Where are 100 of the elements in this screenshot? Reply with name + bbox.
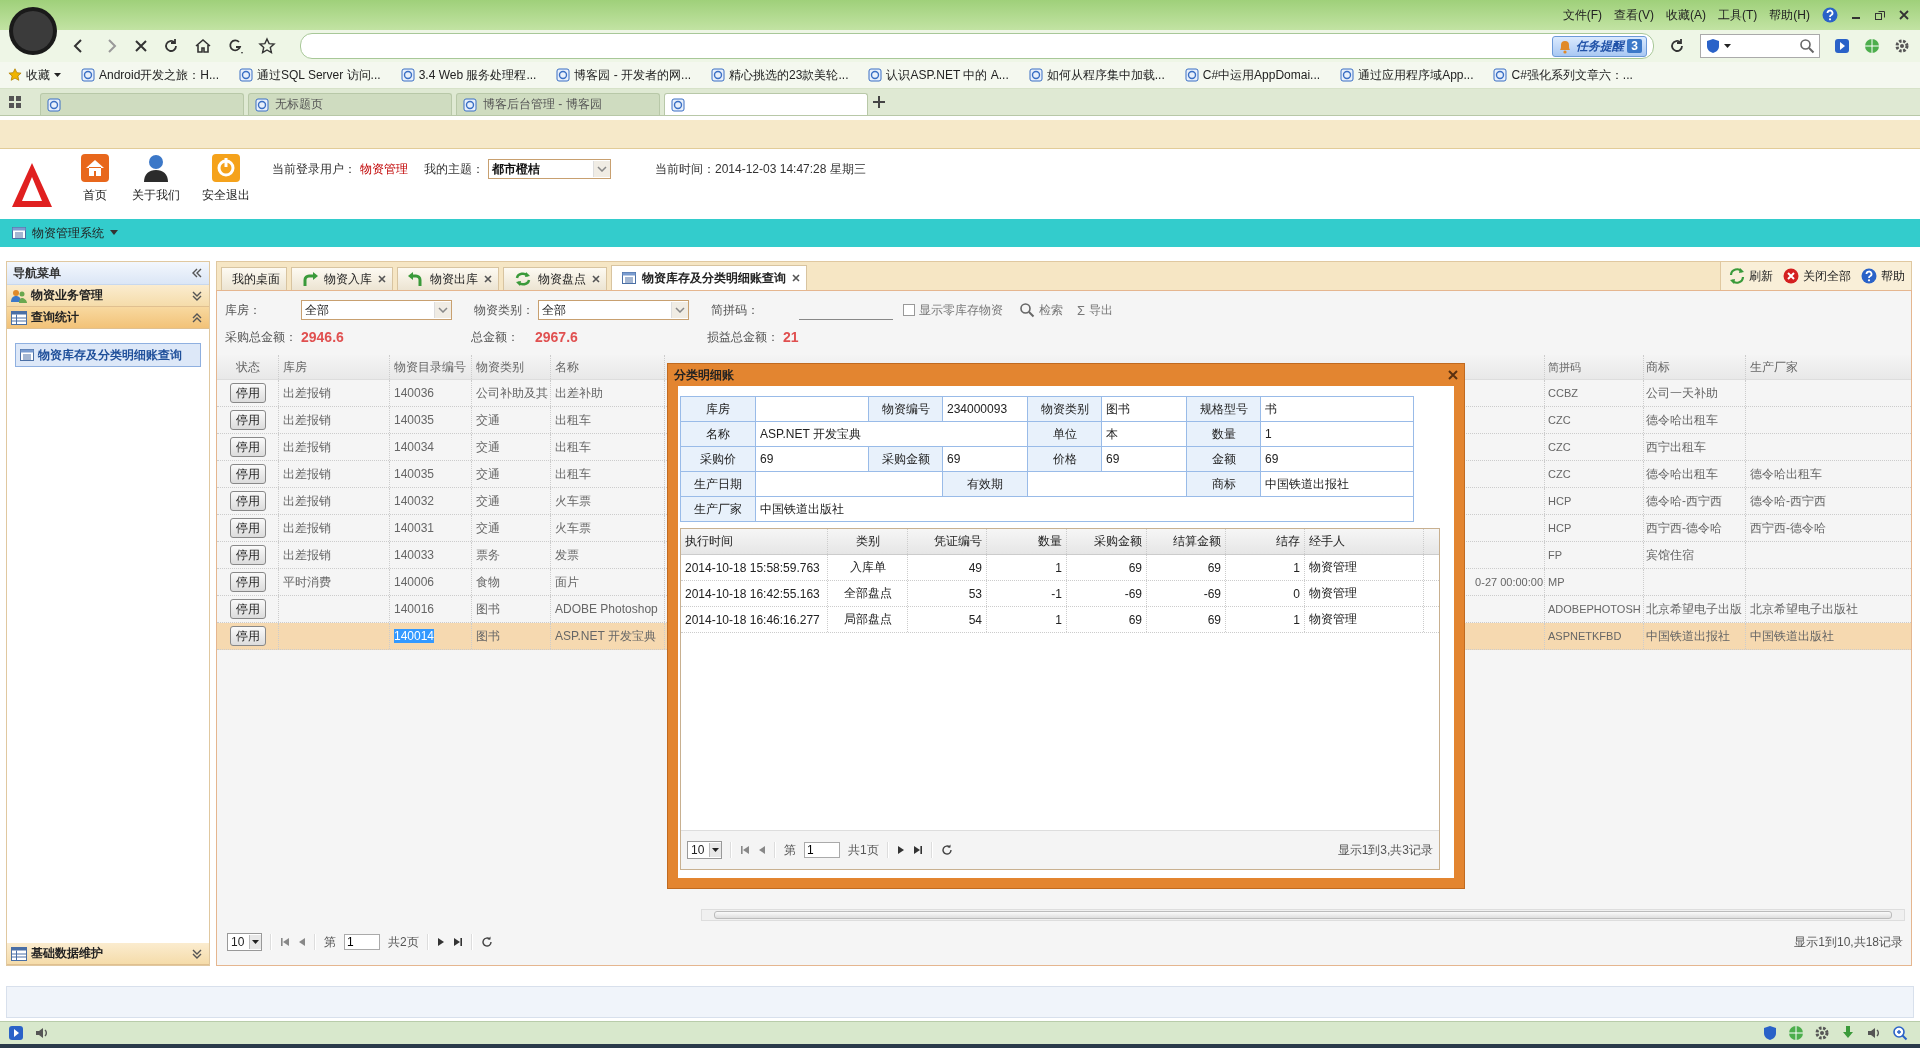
- checkbox[interactable]: [903, 304, 915, 316]
- previous-page-icon[interactable]: [298, 937, 306, 947]
- close-icon[interactable]: [484, 275, 492, 283]
- column-header[interactable]: 生产厂家: [1746, 355, 1911, 379]
- restore-icon[interactable]: [1874, 9, 1886, 21]
- theme-select[interactable]: 都市橙桔: [488, 159, 611, 179]
- column-header[interactable]: 名称: [551, 355, 665, 379]
- column-header[interactable]: 库房: [279, 355, 390, 379]
- column-header[interactable]: 结存: [1226, 529, 1305, 554]
- accordion-header[interactable]: 基础数据维护: [7, 943, 209, 965]
- close-icon[interactable]: [1898, 9, 1910, 21]
- column-header[interactable]: 商标: [1644, 355, 1746, 379]
- column-header[interactable]: 执行时间: [681, 529, 828, 554]
- browser-tab[interactable]: 无标题页: [248, 93, 452, 115]
- collapse-icon[interactable]: [191, 267, 203, 279]
- toolbar-button[interactable]: 关闭全部: [1783, 267, 1851, 285]
- new-tab-icon[interactable]: [872, 95, 886, 109]
- bookmark-link[interactable]: Android开发之旅：H...: [81, 66, 220, 84]
- menu-item[interactable]: 帮助(H): [1769, 6, 1810, 24]
- column-header[interactable]: 物资目录编号: [390, 355, 472, 379]
- reload-icon[interactable]: [162, 37, 180, 55]
- horizontal-scrollbar[interactable]: [701, 909, 1905, 921]
- search-engine-icon[interactable]: [1705, 38, 1721, 54]
- accordion-header[interactable]: 查询统计: [7, 307, 209, 329]
- page-size-select[interactable]: 10: [687, 841, 722, 859]
- disable-button[interactable]: 停用: [229, 572, 266, 592]
- sidebar-item[interactable]: 物资库存及分类明细账查询: [15, 343, 201, 367]
- shield-icon[interactable]: [1762, 1025, 1778, 1041]
- star-icon[interactable]: [258, 37, 276, 55]
- address-field[interactable]: 任务提醒 3: [300, 33, 1654, 59]
- previous-page-icon[interactable]: [758, 845, 766, 855]
- search-icon[interactable]: [1799, 38, 1815, 54]
- column-header[interactable]: 经手人: [1305, 529, 1424, 554]
- close-icon[interactable]: [1448, 370, 1458, 380]
- disable-button[interactable]: 停用: [229, 437, 266, 457]
- panel-icon[interactable]: [8, 1025, 24, 1041]
- scrollbar-thumb[interactable]: [714, 911, 1892, 919]
- tab[interactable]: 物资出库: [397, 267, 499, 290]
- column-header[interactable]: 简拼码: [1545, 355, 1644, 379]
- disable-button[interactable]: 停用: [229, 518, 266, 538]
- next-page-icon[interactable]: [436, 937, 445, 947]
- disable-button[interactable]: 停用: [229, 410, 266, 430]
- settings-icon[interactable]: [1814, 1025, 1830, 1041]
- stop-icon[interactable]: [134, 39, 148, 53]
- nav-button[interactable]: 安全退出: [202, 153, 250, 204]
- caret-icon[interactable]: [1724, 44, 1731, 48]
- bookmark-link[interactable]: 精心挑选的23款美轮...: [711, 66, 849, 84]
- nav-button[interactable]: 首页: [80, 153, 110, 204]
- column-header[interactable]: 数量: [987, 529, 1067, 554]
- tab[interactable]: 物资入库: [291, 267, 393, 290]
- bookmark-link[interactable]: C#强化系列文章六：...: [1493, 66, 1633, 84]
- bookmark-link[interactable]: 通过SQL Server 访问...: [239, 66, 381, 84]
- bookmark-link[interactable]: 认识ASP.NET 中的 A...: [868, 66, 1009, 84]
- speaker-icon[interactable]: [1866, 1025, 1882, 1041]
- bookmark-link[interactable]: 3.4 Web 服务处理程...: [400, 66, 537, 84]
- column-header[interactable]: 凭证编号: [908, 529, 987, 554]
- accordion-header[interactable]: 物资业务管理: [7, 285, 209, 307]
- refresh-icon[interactable]: [940, 844, 953, 856]
- disable-button[interactable]: 停用: [229, 626, 266, 646]
- bookmark-link[interactable]: 通过应用程序域App...: [1340, 66, 1474, 84]
- disable-button[interactable]: 停用: [229, 545, 266, 565]
- refresh-icon[interactable]: [480, 936, 493, 948]
- category-select[interactable]: 全部: [538, 300, 689, 320]
- history-icon[interactable]: [226, 37, 244, 55]
- notice-badge[interactable]: 任务提醒 3: [1552, 35, 1647, 57]
- settings-icon[interactable]: [1894, 38, 1910, 54]
- home-icon[interactable]: [194, 37, 212, 55]
- menu-item[interactable]: 查看(V): [1614, 6, 1654, 24]
- search-button[interactable]: 检索: [1019, 301, 1063, 319]
- help-icon[interactable]: [1822, 7, 1838, 23]
- disable-button[interactable]: 停用: [229, 464, 266, 484]
- tab[interactable]: 物资盘点: [503, 267, 607, 290]
- favorites-button[interactable]: 收藏: [8, 66, 61, 84]
- apps-icon[interactable]: [8, 95, 22, 109]
- column-header[interactable]: 物资类别: [472, 355, 551, 379]
- reload-icon[interactable]: [1668, 37, 1686, 55]
- page-input[interactable]: 1: [804, 842, 840, 858]
- menu-item[interactable]: 工具(T): [1718, 6, 1758, 24]
- column-header[interactable]: 结算金额: [1147, 529, 1226, 554]
- disable-button[interactable]: 停用: [229, 491, 266, 511]
- panel-icon[interactable]: [1834, 38, 1850, 54]
- tab[interactable]: 物资库存及分类明细账查询: [611, 265, 807, 290]
- close-icon[interactable]: [592, 275, 600, 283]
- search-field[interactable]: [1700, 34, 1820, 58]
- disable-button[interactable]: 停用: [229, 599, 266, 619]
- column-header[interactable]: 状态: [217, 355, 279, 379]
- tab[interactable]: 我的桌面: [221, 267, 287, 290]
- toolbar-button[interactable]: 帮助: [1861, 267, 1905, 285]
- globe-icon[interactable]: [1864, 38, 1880, 54]
- menu-item[interactable]: 文件(F): [1562, 6, 1602, 24]
- last-page-icon[interactable]: [912, 845, 923, 855]
- zoom-icon[interactable]: [1892, 1025, 1908, 1041]
- checkbox-label[interactable]: 显示零库存物资: [919, 301, 1003, 319]
- first-page-icon[interactable]: [740, 845, 750, 855]
- bookmark-link[interactable]: 博客园 - 开发者的网...: [556, 66, 692, 84]
- close-icon[interactable]: [378, 275, 386, 283]
- nav-button[interactable]: 关于我们: [132, 153, 180, 204]
- page-size-select[interactable]: 10: [227, 933, 262, 951]
- page-input[interactable]: 1: [344, 934, 380, 950]
- bookmark-link[interactable]: 如何从程序集中加载...: [1028, 66, 1165, 84]
